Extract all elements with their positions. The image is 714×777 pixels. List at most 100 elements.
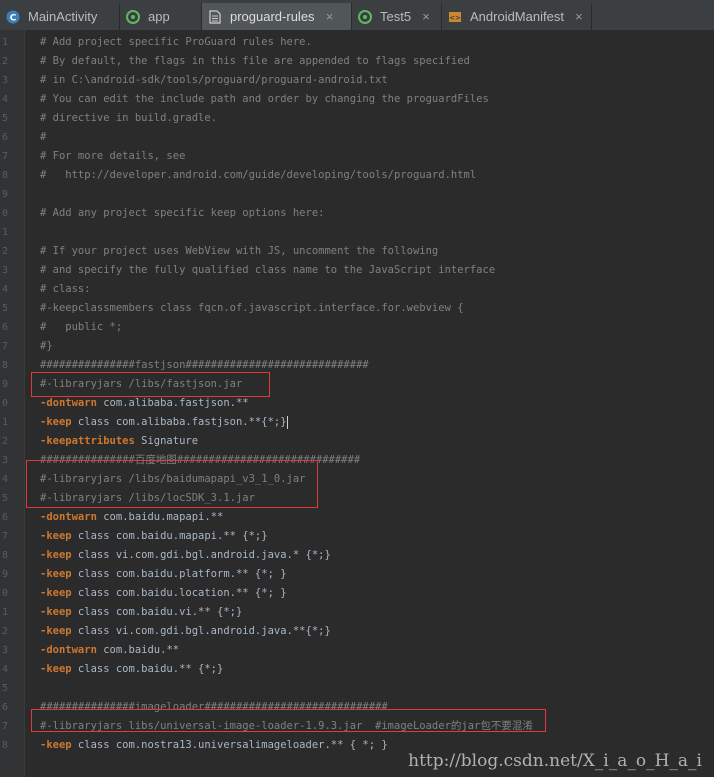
comment-token: #-libraryjars /libs/fastjson.jar bbox=[40, 378, 243, 390]
keyword-token: -keep bbox=[40, 606, 72, 618]
tab-app[interactable]: app bbox=[120, 3, 202, 30]
line-number: 4 bbox=[1, 284, 8, 295]
code-line[interactable]: 9 -keep class com.baidu.platform.** {*; } bbox=[0, 565, 714, 584]
text-cursor bbox=[286, 415, 288, 429]
code-line[interactable]: 3 # and specify the fully qualified class… bbox=[0, 261, 714, 280]
line-number: 7 bbox=[1, 531, 8, 542]
code-line[interactable]: 4 #-libraryjars /libs/baidumapapi_v3_1_0.… bbox=[0, 470, 714, 489]
code-line[interactable]: 1 -keep class com.baidu.vi.** {*;} bbox=[0, 603, 714, 622]
line-number: 0 bbox=[1, 208, 8, 219]
code-text: # Add any project specific keep options … bbox=[40, 204, 324, 223]
xml-file-icon: <> bbox=[448, 10, 462, 24]
code-line[interactable]: 0 -dontwarn com.alibaba.fastjson.** bbox=[0, 394, 714, 413]
watermark: http://blog.csdn.net/X_i_a_o_H_a_i bbox=[408, 751, 702, 771]
keyword-token: -dontwarn bbox=[40, 644, 97, 656]
tab-label: MainActivity bbox=[28, 9, 98, 24]
close-icon[interactable]: × bbox=[574, 9, 584, 24]
code-line[interactable]: 4 # class: bbox=[0, 280, 714, 299]
code-line[interactable]: 7 # For more details, see bbox=[0, 147, 714, 166]
code-line[interactable]: 8 ###############fastjson################… bbox=[0, 356, 714, 375]
code-line[interactable]: 9 #-libraryjars /libs/fastjson.jar bbox=[0, 375, 714, 394]
line-number: 4 bbox=[1, 664, 8, 675]
code-line[interactable]: 2 # By default, the flags in this file ar… bbox=[0, 52, 714, 71]
line-number: 3 bbox=[1, 265, 8, 276]
close-icon[interactable]: × bbox=[421, 9, 431, 24]
comment-token: # Add project specific ProGuard rules he… bbox=[40, 36, 312, 48]
code-line[interactable]: 1 -keep class com.alibaba.fastjson.**{*;} bbox=[0, 413, 714, 432]
code-text: # http://developer.android.com/guide/dev… bbox=[40, 166, 476, 185]
code-line[interactable]: 3 ###############百度地图####################… bbox=[0, 451, 714, 470]
code-line[interactable]: 2 -keep class vi.com.gdi.bgl.android.java… bbox=[0, 622, 714, 641]
code-line[interactable]: 3 -dontwarn com.baidu.** bbox=[0, 641, 714, 660]
code-line[interactable]: 4 -keep class com.baidu.** {*;} bbox=[0, 660, 714, 679]
code-text: -keep class vi.com.gdi.bgl.android.java.… bbox=[40, 622, 331, 641]
code-line[interactable]: 5 #-libraryjars /libs/locSDK_3.1.jar bbox=[0, 489, 714, 508]
line-number: 1 bbox=[1, 37, 8, 48]
tab-mainactivity[interactable]: C MainActivity bbox=[0, 3, 120, 30]
line-number: 5 bbox=[1, 303, 8, 314]
code-text: # in C:\android-sdk/tools/proguard/progu… bbox=[40, 71, 388, 90]
line-number: 1 bbox=[1, 417, 8, 428]
tab-label: app bbox=[148, 9, 170, 24]
tab-androidmanifest[interactable]: <> AndroidManifest × bbox=[442, 3, 592, 30]
code-text: -keepattributes Signature bbox=[40, 432, 198, 451]
comment-token: ###############百度地图#####################… bbox=[40, 454, 361, 466]
code-line[interactable]: 6 -dontwarn com.baidu.mapapi.** bbox=[0, 508, 714, 527]
code-line[interactable]: 0 -keep class com.baidu.location.** {*; } bbox=[0, 584, 714, 603]
line-number: 6 bbox=[1, 132, 8, 143]
line-number: 8 bbox=[1, 170, 8, 181]
code-line[interactable]: 5 bbox=[0, 679, 714, 698]
keyword-token: -keep bbox=[40, 739, 72, 751]
line-number: 3 bbox=[1, 645, 8, 656]
code-line[interactable]: 6 ###############imageloader#############… bbox=[0, 698, 714, 717]
code-text: #-keepclassmembers class fqcn.of.javascr… bbox=[40, 299, 464, 318]
tab-test5[interactable]: Test5 × bbox=[352, 3, 442, 30]
code-editor[interactable]: 1 # Add project specific ProGuard rules h… bbox=[0, 30, 714, 777]
line-number: 6 bbox=[1, 512, 8, 523]
code-token: class com.baidu.** {*;} bbox=[71, 663, 224, 675]
keyword-token: -dontwarn bbox=[40, 397, 97, 409]
code-line[interactable]: 3 # in C:\android-sdk/tools/proguard/prog… bbox=[0, 71, 714, 90]
line-number: 5 bbox=[1, 493, 8, 504]
comment-token: #-libraryjars /libs/locSDK_3.1.jar bbox=[40, 492, 255, 504]
keyword-token: -dontwarn bbox=[40, 511, 97, 523]
code-text: -keep class com.baidu.** {*;} bbox=[40, 660, 223, 679]
tab-proguard-rules[interactable]: proguard-rules × bbox=[202, 3, 352, 30]
code-text: # directive in build.gradle. bbox=[40, 109, 217, 128]
code-line[interactable]: 7 #-libraryjars libs/universal-image-load… bbox=[0, 717, 714, 736]
line-number: 9 bbox=[1, 189, 8, 200]
line-number: 9 bbox=[1, 569, 8, 580]
code-line[interactable]: 0 # Add any project specific keep options… bbox=[0, 204, 714, 223]
line-number: 2 bbox=[1, 626, 8, 637]
gradle-icon bbox=[358, 9, 372, 24]
code-line[interactable]: 4 # You can edit the include path and ord… bbox=[0, 90, 714, 109]
code-line[interactable]: 6 # bbox=[0, 128, 714, 147]
comment-token: #-keepclassmembers class fqcn.of.javascr… bbox=[40, 302, 464, 314]
comment-token: # class: bbox=[40, 283, 91, 295]
code-token: class vi.com.gdi.bgl.android.java.* {*;} bbox=[71, 549, 331, 561]
code-text: # For more details, see bbox=[40, 147, 185, 166]
comment-token: # For more details, see bbox=[40, 150, 186, 162]
code-text: #-libraryjars /libs/locSDK_3.1.jar bbox=[40, 489, 255, 508]
code-line[interactable]: 1 # Add project specific ProGuard rules h… bbox=[0, 33, 714, 52]
code-token: com.baidu.mapapi.** bbox=[96, 511, 224, 523]
code-line[interactable]: 5 #-keepclassmembers class fqcn.of.javasc… bbox=[0, 299, 714, 318]
editor-tab-bar: C MainActivity app proguard-rules × Test… bbox=[0, 0, 714, 31]
line-number: 0 bbox=[1, 398, 8, 409]
code-line[interactable]: 9 bbox=[0, 185, 714, 204]
code-line[interactable]: 5 # directive in build.gradle. bbox=[0, 109, 714, 128]
code-line[interactable]: 1 bbox=[0, 223, 714, 242]
code-line[interactable]: 8 # http://developer.android.com/guide/de… bbox=[0, 166, 714, 185]
code-text: -keep class com.baidu.location.** {*; } bbox=[40, 584, 287, 603]
code-line[interactable]: 2 # If your project uses WebView with JS,… bbox=[0, 242, 714, 261]
code-line[interactable]: 2 -keepattributes Signature bbox=[0, 432, 714, 451]
code-token: class com.baidu.vi.** {*;} bbox=[71, 606, 243, 618]
code-token: class com.baidu.mapapi.** {*;} bbox=[71, 530, 268, 542]
code-text: -keep class com.baidu.vi.** {*;} bbox=[40, 603, 242, 622]
code-line[interactable]: 7 -keep class com.baidu.mapapi.** {*;} bbox=[0, 527, 714, 546]
keyword-token: -keep bbox=[40, 416, 72, 428]
code-line[interactable]: 8 -keep class vi.com.gdi.bgl.android.java… bbox=[0, 546, 714, 565]
code-line[interactable]: 7 #} bbox=[0, 337, 714, 356]
code-line[interactable]: 6 # public *; bbox=[0, 318, 714, 337]
close-icon[interactable]: × bbox=[325, 9, 335, 24]
